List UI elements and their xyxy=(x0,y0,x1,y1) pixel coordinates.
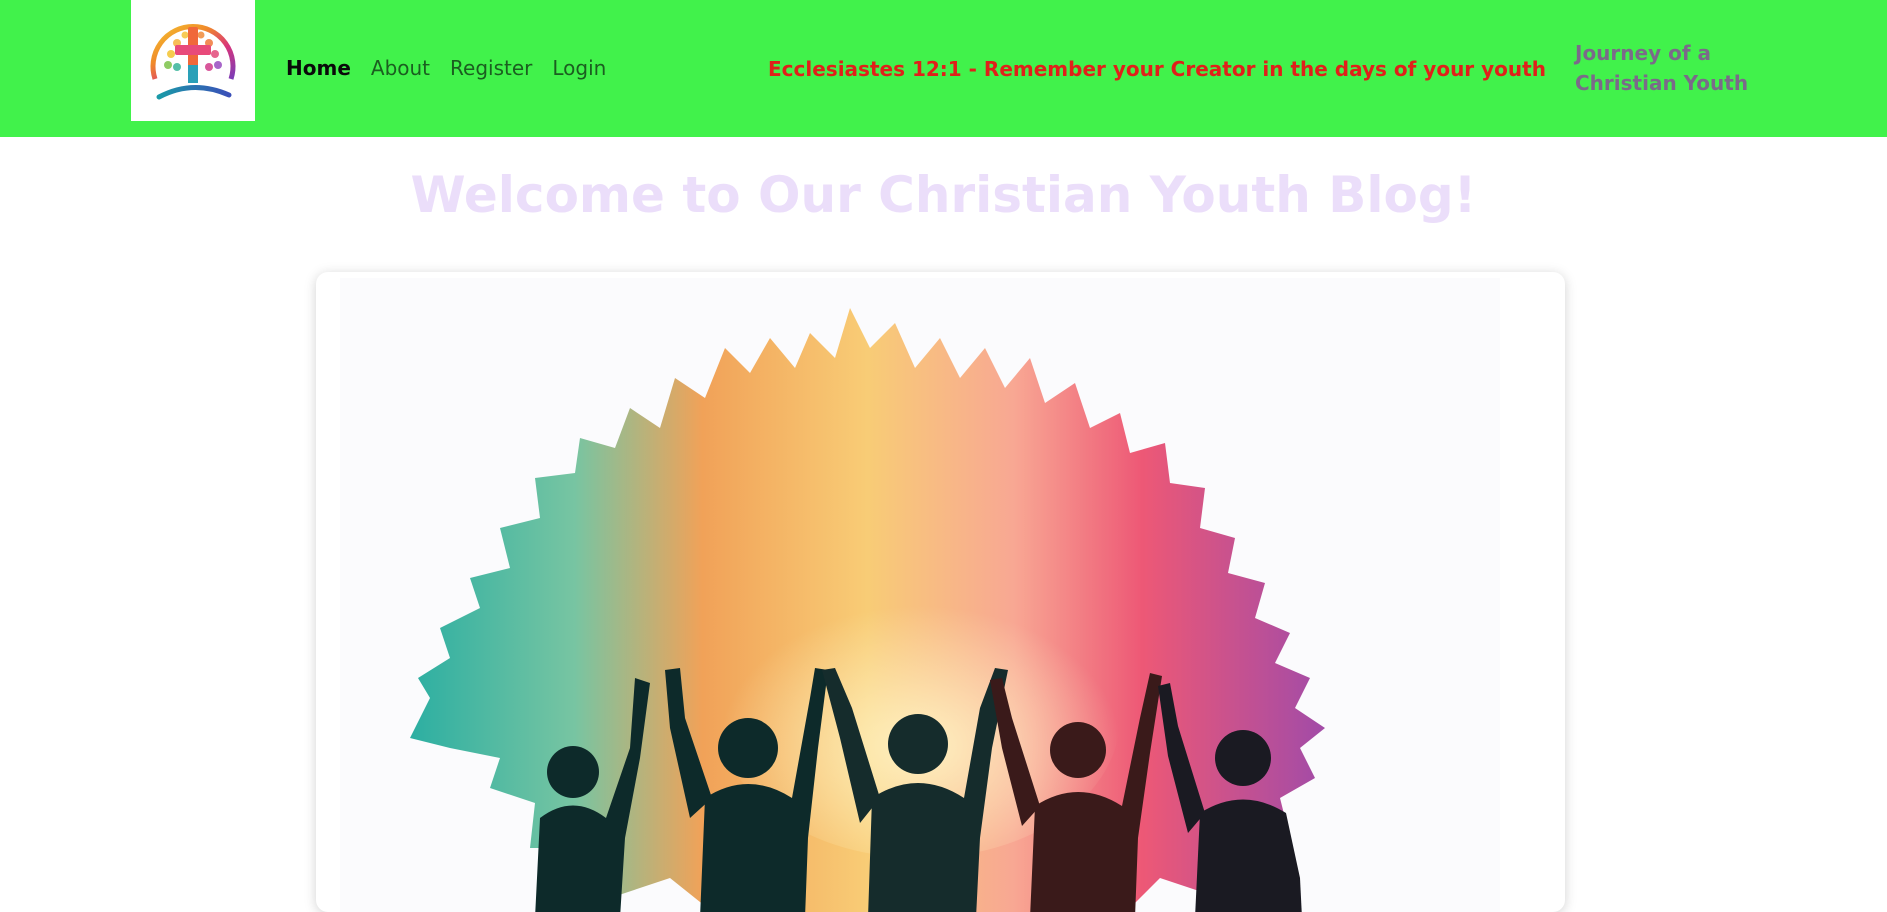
bible-verse-text: Ecclesiastes 12:1 - Remember your Creato… xyxy=(768,57,1546,81)
page-title: Welcome to Our Christian Youth Blog! xyxy=(410,166,1477,224)
cross-tree-logo-icon xyxy=(150,23,236,99)
top-navbar: Home About Register Login Ecclesiastes 1… xyxy=(0,0,1887,137)
nav-login-link[interactable]: Login xyxy=(552,54,606,82)
nav-about-link[interactable]: About xyxy=(371,54,430,82)
hero-card xyxy=(316,272,1565,912)
nav-home-link[interactable]: Home xyxy=(286,54,351,82)
main-nav: Home About Register Login xyxy=(286,54,606,82)
hero-image xyxy=(340,278,1500,912)
site-logo[interactable] xyxy=(131,0,255,121)
site-tagline: Journey of a Christian Youth xyxy=(1575,41,1749,95)
rainbow-tree-people-illustration xyxy=(410,308,1325,912)
nav-register-link[interactable]: Register xyxy=(450,54,532,82)
